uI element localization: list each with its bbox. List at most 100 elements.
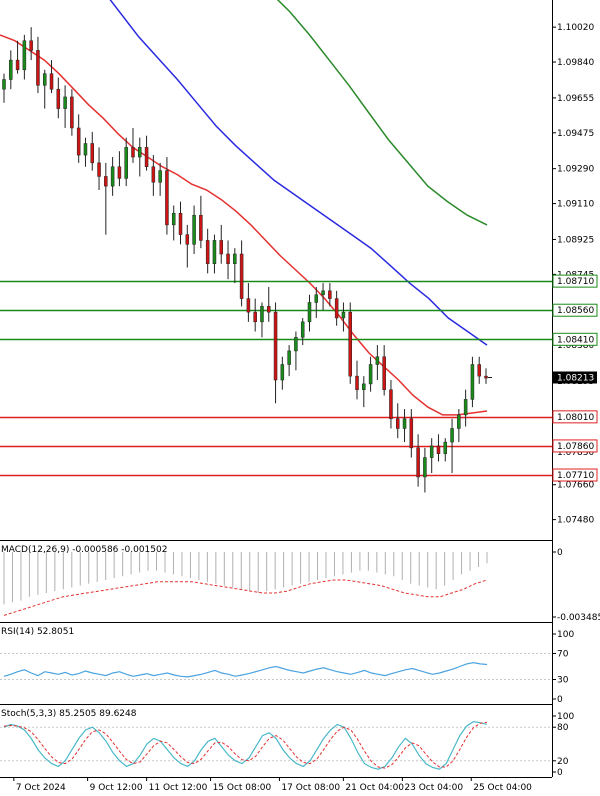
candle-body-32 (219, 240, 223, 255)
rsi-tick-label-1: 70 (557, 650, 569, 660)
price-tick-label-2: 1.09655 (557, 94, 594, 104)
candle-body-21 (144, 147, 149, 167)
candle-body-60 (409, 418, 414, 449)
candle-body-40 (273, 311, 278, 381)
candle-body-66 (450, 428, 454, 443)
price-tick-label-1: 1.09840 (557, 58, 594, 68)
candle-body-52 (355, 375, 359, 390)
time-label-6: 23 Oct 04:00 (404, 783, 463, 792)
candle-body-46 (314, 294, 319, 303)
candle-body-51 (348, 311, 352, 377)
candle-body-45 (307, 302, 312, 323)
candle-body-62 (423, 457, 427, 478)
macd-tick-label-0: 0 (557, 548, 563, 558)
macd-title: MACD(12,26,9) -0.000586 -0.001502 (1, 545, 167, 555)
candle-body-35 (239, 253, 244, 299)
price-chart-svg[interactable]: MACD(12,26,9) -0.000586 -0.001502 RSI(14… (0, 0, 600, 793)
candle-body-24 (165, 170, 169, 226)
candle-body-30 (205, 240, 210, 264)
time-label-4: 17 Oct 08:00 (281, 783, 340, 792)
rsi-tick-label-0: 100 (557, 630, 574, 640)
candle-body-54 (368, 364, 373, 385)
candle-body-0 (2, 79, 6, 90)
rsi-tick-label-2: 30 (557, 676, 569, 686)
candle-body-33 (226, 253, 230, 264)
candle-body-12 (83, 143, 88, 156)
candle-body-49 (334, 298, 339, 319)
candle-body-58 (395, 418, 400, 429)
time-label-0: 7 Oct 2024 (16, 783, 66, 792)
candle-body-4 (29, 40, 33, 51)
candle-body-47 (321, 290, 325, 295)
candle-body-67 (457, 414, 461, 429)
candle-body-3 (22, 40, 27, 71)
current-price-label: 1.08213 (557, 373, 594, 383)
time-label-7: 25 Oct 04:00 (473, 783, 532, 792)
candle-body-9 (63, 96, 67, 109)
candle-body-19 (131, 147, 135, 158)
candle-body-26 (178, 213, 183, 235)
level-label-2: 1.08410 (557, 335, 594, 345)
candle-body-42 (287, 350, 291, 365)
candle-body-48 (328, 290, 332, 299)
stoch-tick-label-2: 20 (557, 757, 569, 767)
candle-body-10 (70, 96, 74, 129)
candle-body-17 (117, 166, 122, 179)
stoch-tick-label-1: 80 (557, 723, 569, 733)
candle-body-8 (56, 88, 61, 109)
candle-body-22 (151, 166, 156, 183)
candle-body-31 (212, 240, 217, 264)
price-tick-label-4: 1.09290 (557, 165, 594, 175)
candle-body-70 (477, 364, 481, 377)
candle-body-27 (185, 234, 190, 245)
level-label-0: 1.08710 (557, 277, 594, 287)
candle-body-20 (138, 147, 142, 158)
price-tick-label-13: 1.07660 (557, 481, 594, 491)
time-label-5: 21 Oct 04:00 (345, 783, 404, 792)
price-tick-label-3: 1.09475 (557, 129, 594, 139)
price-tick-label-6: 1.08925 (557, 235, 594, 245)
candle-body-57 (389, 389, 393, 420)
candle-body-39 (267, 306, 271, 313)
candle-body-53 (362, 383, 366, 390)
candle-body-15 (104, 176, 108, 187)
candle-body-7 (49, 73, 54, 90)
candle-body-14 (97, 162, 101, 177)
candle-body-16 (110, 166, 115, 187)
candle-body-1 (9, 59, 13, 80)
candle-body-13 (90, 143, 95, 164)
candle-body-69 (470, 364, 475, 400)
rsi-tick-label-3: 0 (557, 695, 563, 705)
candle-body-41 (280, 364, 285, 381)
candle-body-23 (158, 170, 162, 183)
level-label-5: 1.07710 (557, 471, 594, 481)
candle-body-6 (42, 73, 47, 86)
time-label-1: 9 Oct 12:00 (90, 783, 143, 792)
candle-body-2 (15, 59, 20, 71)
level-label-3: 1.08010 (557, 413, 594, 423)
candle-body-44 (300, 321, 305, 338)
macd-tick-label-1: -0.003485 (557, 613, 600, 623)
candle-body-56 (382, 356, 386, 390)
candle-body-55 (375, 356, 380, 365)
stoch-tick-label-3: 0 (557, 768, 563, 778)
candle-body-43 (294, 337, 298, 352)
stoch-title: Stoch(5,3,3) 85.2505 89.6248 (1, 709, 137, 719)
candle-body-28 (192, 214, 196, 245)
candle-body-59 (402, 418, 407, 429)
chart-terminal: MACD(12,26,9) -0.000586 -0.001502 RSI(14… (0, 0, 600, 793)
candle-body-71 (484, 375, 488, 379)
candle-body-68 (463, 399, 468, 416)
candle-body-37 (253, 311, 257, 323)
level-label-1: 1.08560 (557, 306, 594, 316)
candle-body-36 (246, 298, 251, 313)
candle-body-5 (36, 50, 40, 86)
level-label-4: 1.07860 (557, 442, 594, 452)
candle-body-34 (233, 253, 237, 264)
time-label-3: 15 Oct 08:00 (213, 783, 272, 792)
candle-body-65 (443, 441, 448, 454)
candle-body-29 (199, 214, 203, 241)
candle-body-64 (436, 445, 441, 454)
candle-body-25 (171, 213, 176, 226)
candle-body-18 (124, 147, 128, 179)
